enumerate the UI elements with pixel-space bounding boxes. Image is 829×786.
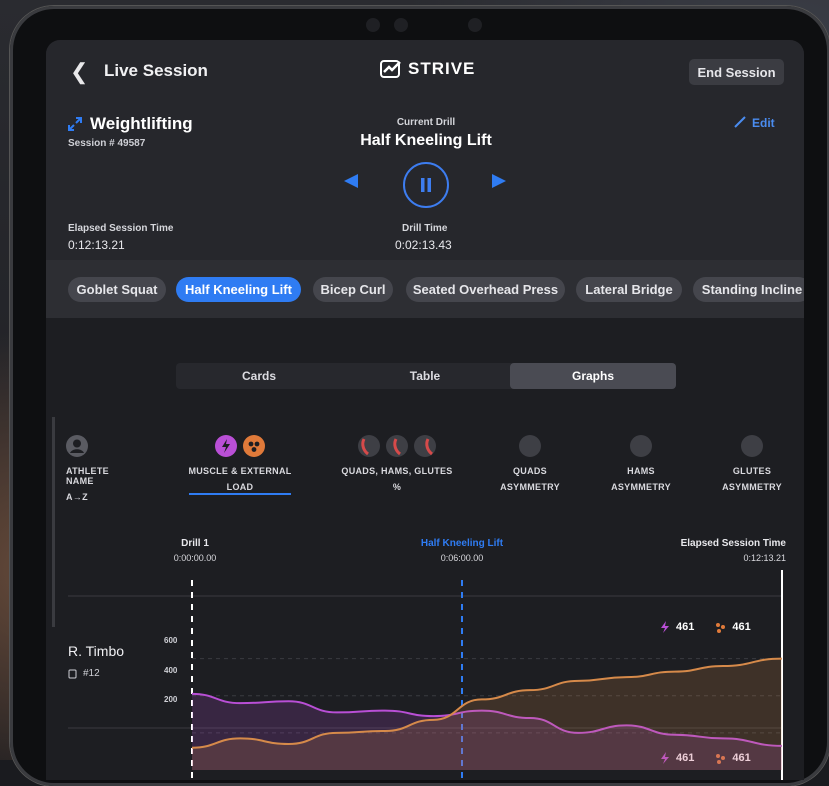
marker-mid-label: Half Kneeling Lift <box>420 538 504 549</box>
marker-end-time: 0:12:13.21 <box>743 553 786 563</box>
camera-dot <box>468 18 482 32</box>
drill-chip-seated-overhead-press[interactable]: Seated Overhead Press <box>406 277 565 302</box>
elapsed-time-label: Elapsed Session Time <box>68 223 174 234</box>
sort-muscle-external-load[interactable]: MUSCLE & EXTERNAL LOAD <box>180 432 300 492</box>
glutes-icon <box>414 435 436 457</box>
person-icon <box>66 435 88 457</box>
current-drill-label: Current Drill <box>396 117 456 128</box>
sort-hams-asymmetry[interactable]: HAMS ASYMMETRY <box>601 432 681 492</box>
sort-glutes-line2: ASYMMETRY <box>722 482 782 492</box>
marker-start-label: Drill 1 <box>181 538 209 549</box>
drill-selector: Goblet Squat Half Kneeling Lift Bicep Cu… <box>46 260 804 318</box>
sort-athlete-name[interactable]: ATHLETE NAME A→Z <box>58 432 138 502</box>
app-screen: ❮ Live Session STRIVE End Session Weight… <box>46 40 804 780</box>
pause-icon <box>421 178 431 192</box>
sort-load-line1: MUSCLE & EXTERNAL <box>188 466 292 476</box>
end-session-button[interactable]: End Session <box>689 59 784 85</box>
sport-name: Weightlifting <box>90 114 193 133</box>
load-timeline-chart <box>68 570 783 780</box>
camera-dot <box>394 18 408 32</box>
sort-quads-hams-glutes[interactable]: QUADS, HAMS, GLUTES % <box>332 432 462 492</box>
strive-logo-icon <box>380 60 401 78</box>
external-load-icon <box>716 623 726 633</box>
sort-qhg-line2: % <box>392 482 402 492</box>
next-row-load-values: 461 461 <box>660 752 751 764</box>
sort-hams-line1: HAMS <box>627 466 655 476</box>
external-load-icon <box>243 435 265 457</box>
sort-load-line2: LOAD <box>226 482 254 492</box>
sort-quads-asymmetry[interactable]: QUADS ASYMMETRY <box>490 432 570 492</box>
athlete-number-row: #12 <box>68 668 100 679</box>
muscle-load-icon <box>661 621 669 633</box>
marker-current-drill: Half Kneeling Lift 0:06:00.00 <box>407 538 517 563</box>
muscle-load-icon <box>661 752 669 764</box>
muscle-load-line <box>191 692 782 747</box>
sort-quads-line2: ASYMMETRY <box>500 482 560 492</box>
session-number: Session # 49587 <box>68 138 146 149</box>
camera-dot <box>366 18 380 32</box>
muscle-load-value: 461 <box>676 752 695 764</box>
next-drill-icon[interactable] <box>490 174 506 188</box>
hams-icon <box>386 435 408 457</box>
athlete-number: #12 <box>83 668 100 679</box>
drill-chip-standing-incline[interactable]: Standing Incline <box>693 277 804 302</box>
external-load-value: 461 <box>732 752 751 764</box>
athlete-name[interactable]: R. Timbo <box>68 643 124 659</box>
sort-qhg-line1: QUADS, HAMS, GLUTES <box>341 466 453 476</box>
external-load-line <box>191 657 782 749</box>
session-panel: Weightlifting Session # 49587 Current Dr… <box>46 100 804 260</box>
tab-table[interactable]: Table <box>342 363 508 389</box>
marker-session-end: Elapsed Session Time 0:12:13.21 <box>664 538 786 563</box>
external-load-value: 461 <box>732 621 751 633</box>
tab-graphs[interactable]: Graphs <box>510 363 676 389</box>
scroll-indicator[interactable] <box>52 417 55 627</box>
jersey-icon <box>68 669 77 678</box>
brand-name: STRIVE <box>408 59 476 78</box>
marker-start-time: 0:00:00.00 <box>173 553 217 563</box>
sort-athlete-line2: A→Z <box>66 492 88 502</box>
sort-hams-line2: ASYMMETRY <box>611 482 671 492</box>
quads-icon <box>358 435 380 457</box>
pencil-icon <box>734 116 746 128</box>
current-drill-name: Half Kneeling Lift <box>360 132 492 149</box>
drill-time-value: 0:02:13.43 <box>395 238 452 252</box>
sort-glutes-line1: GLUTES <box>732 466 772 476</box>
athlete-load-values: 461 461 <box>660 621 751 633</box>
marker-mid-time: 0:06:00.00 <box>440 553 484 563</box>
page-title: Live Session <box>104 61 208 80</box>
edit-button[interactable]: Edit <box>734 116 775 130</box>
y-tick-label: 400 <box>164 666 178 675</box>
muscle-load-icon <box>215 435 237 457</box>
active-sort-underline <box>189 493 291 495</box>
edit-label: Edit <box>752 116 775 130</box>
back-chevron-icon[interactable]: ❮ <box>70 59 88 85</box>
drill-chip-lateral-bridge[interactable]: Lateral Bridge <box>576 277 682 302</box>
pause-button[interactable] <box>403 162 449 208</box>
hams-asymmetry-icon <box>630 435 652 457</box>
sort-quads-line1: QUADS <box>512 466 547 476</box>
brand-logo: STRIVE <box>380 59 475 79</box>
drill-time-label: Drill Time <box>402 223 448 234</box>
tab-cards[interactable]: Cards <box>176 363 342 389</box>
drill-chip-half-kneeling-lift[interactable]: Half Kneeling Lift <box>176 277 301 302</box>
y-tick-label: 200 <box>164 695 178 704</box>
muscle-load-value: 461 <box>676 621 695 633</box>
expand-arrows-icon[interactable] <box>68 117 82 131</box>
view-switcher: Cards Table Graphs <box>176 363 676 389</box>
quads-asymmetry-icon <box>519 435 541 457</box>
sort-athlete-line1: ATHLETE NAME <box>66 466 109 486</box>
glutes-asymmetry-icon <box>741 435 763 457</box>
drill-chip-goblet-squat[interactable]: Goblet Squat <box>68 277 166 302</box>
top-bar: ❮ Live Session STRIVE End Session <box>46 40 804 100</box>
y-tick-label: 600 <box>164 636 178 645</box>
drill-chip-bicep-curl[interactable]: Bicep Curl <box>313 277 393 302</box>
elapsed-time-value: 0:12:13.21 <box>68 238 125 252</box>
marker-end-label: Elapsed Session Time <box>680 538 786 549</box>
sport-heading: Weightlifting <box>68 114 193 134</box>
previous-drill-icon[interactable] <box>344 174 360 188</box>
marker-drill-start: Drill 1 0:00:00.00 <box>160 538 230 563</box>
sort-glutes-asymmetry[interactable]: GLUTES ASYMMETRY <box>712 432 792 492</box>
external-load-icon <box>716 754 726 764</box>
